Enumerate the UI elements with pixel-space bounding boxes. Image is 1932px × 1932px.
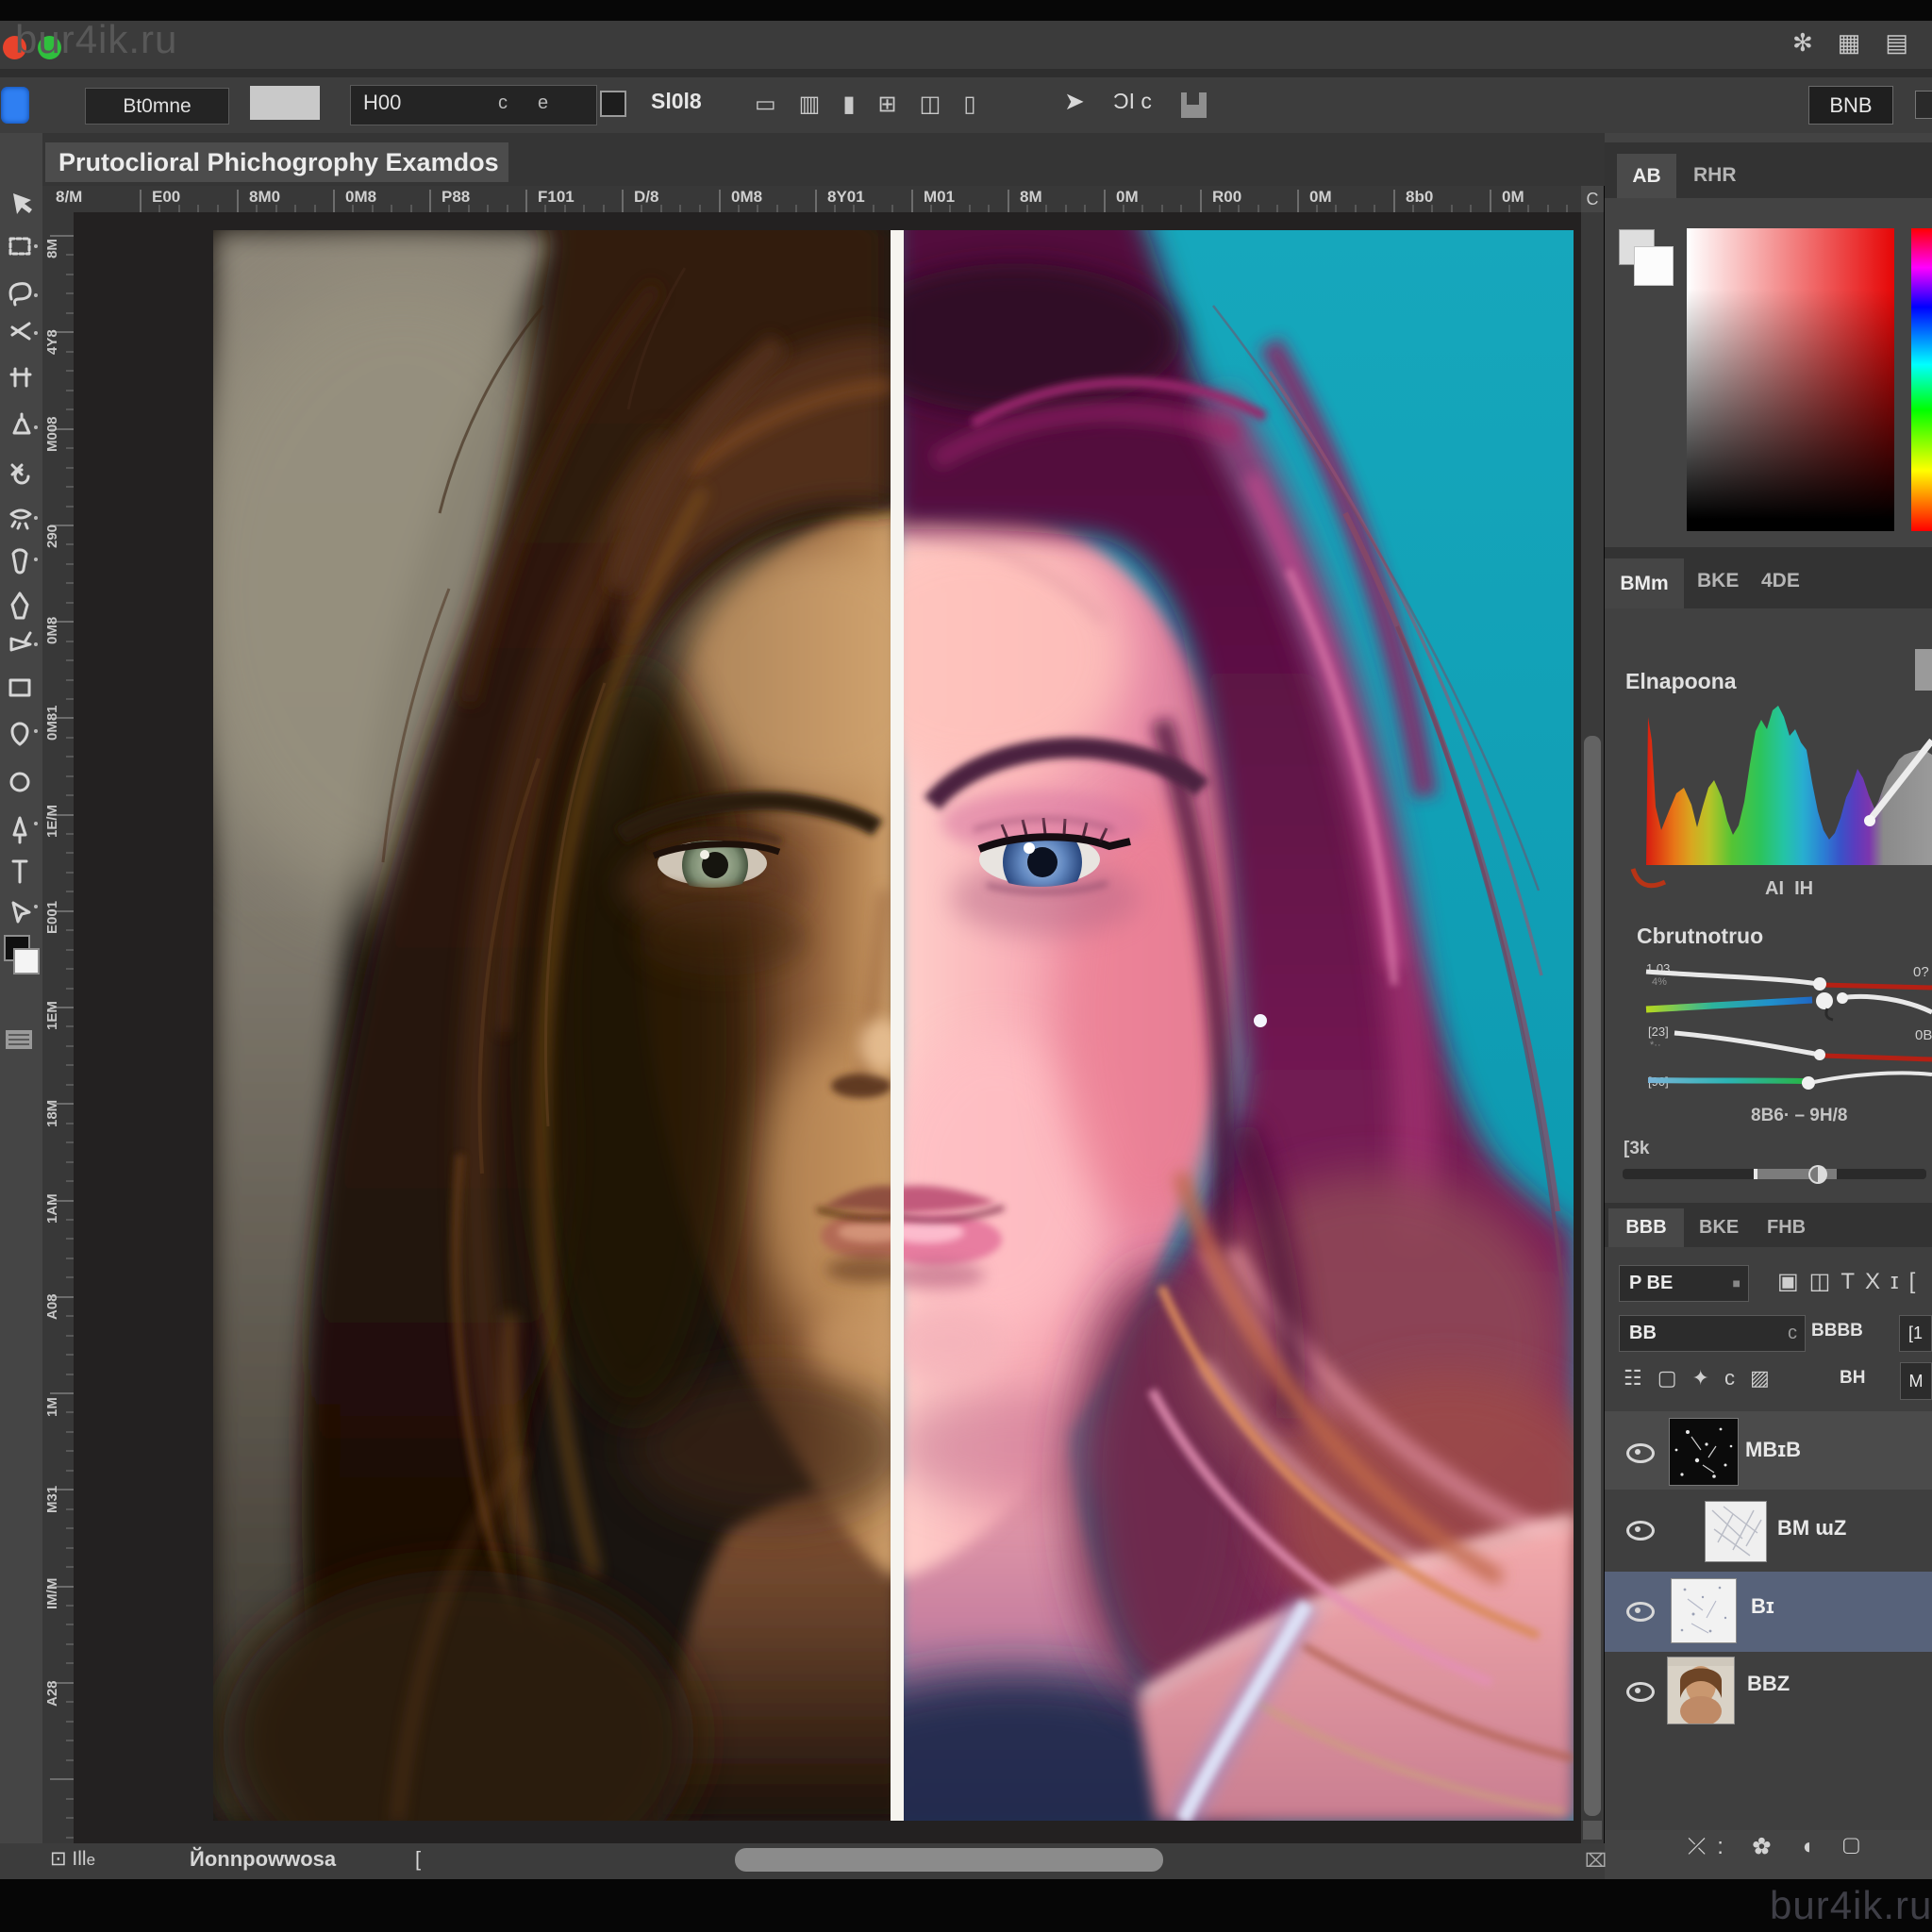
svg-text:IM/M: IM/M bbox=[44, 1578, 60, 1609]
svg-text:E00: E00 bbox=[152, 188, 180, 206]
svg-text:M008: M008 bbox=[44, 416, 60, 452]
svg-text:18M: 18M bbox=[44, 1100, 60, 1127]
svg-text:1AM: 1AM bbox=[44, 1193, 60, 1224]
svg-text:4%: 4% bbox=[1652, 976, 1667, 988]
svg-text:Cbrutnotruo: Cbrutnotruo bbox=[1637, 924, 1763, 948]
svg-text:0M8: 0M8 bbox=[345, 188, 376, 206]
svg-text:F101: F101 bbox=[538, 188, 575, 206]
svg-text:290: 290 bbox=[44, 525, 60, 548]
svg-text:AI IH: AI IH bbox=[1765, 878, 1813, 899]
svg-text:1M: 1M bbox=[44, 1397, 60, 1417]
svg-text:0M: 0M bbox=[1502, 188, 1524, 206]
svg-text:M31: M31 bbox=[44, 1486, 60, 1513]
svg-text:0B: 0B bbox=[1915, 1027, 1932, 1043]
svg-text:8M0: 8M0 bbox=[249, 188, 280, 206]
svg-text:Elnapoona: Elnapoona bbox=[1625, 669, 1737, 693]
svg-text:0M: 0M bbox=[1116, 188, 1139, 206]
svg-text:1E/M: 1E/M bbox=[44, 805, 60, 838]
svg-text:0M: 0M bbox=[1309, 188, 1332, 206]
svg-text:0M8: 0M8 bbox=[731, 188, 762, 206]
svg-text:E001: E001 bbox=[44, 901, 60, 934]
svg-text:0?: 0? bbox=[1913, 964, 1929, 980]
svg-text:D/8: D/8 bbox=[634, 188, 658, 206]
svg-text:[23]: [23] bbox=[1648, 1024, 1669, 1039]
svg-text:8B6· – 9H/8: 8B6· – 9H/8 bbox=[1751, 1106, 1847, 1125]
svg-text:8/M: 8/M bbox=[56, 188, 82, 206]
svg-text:M01: M01 bbox=[924, 188, 955, 206]
svg-text:1EM: 1EM bbox=[44, 1001, 60, 1030]
svg-text:8b0: 8b0 bbox=[1406, 188, 1433, 206]
svg-text:R00: R00 bbox=[1212, 188, 1241, 206]
svg-text:0M81: 0M81 bbox=[44, 705, 60, 741]
svg-text:A28: A28 bbox=[44, 1680, 60, 1707]
svg-text:[3k: [3k bbox=[1624, 1139, 1650, 1158]
svg-text:4Y8: 4Y8 bbox=[44, 329, 60, 355]
svg-text:*··: *·· bbox=[1650, 1040, 1661, 1051]
svg-text:8M: 8M bbox=[1020, 188, 1042, 206]
svg-text:P88: P88 bbox=[441, 188, 470, 206]
svg-text:A08: A08 bbox=[44, 1293, 60, 1320]
svg-text:0M8: 0M8 bbox=[44, 617, 60, 644]
svg-text:8M: 8M bbox=[44, 239, 60, 258]
svg-text:8Y01: 8Y01 bbox=[827, 188, 865, 206]
